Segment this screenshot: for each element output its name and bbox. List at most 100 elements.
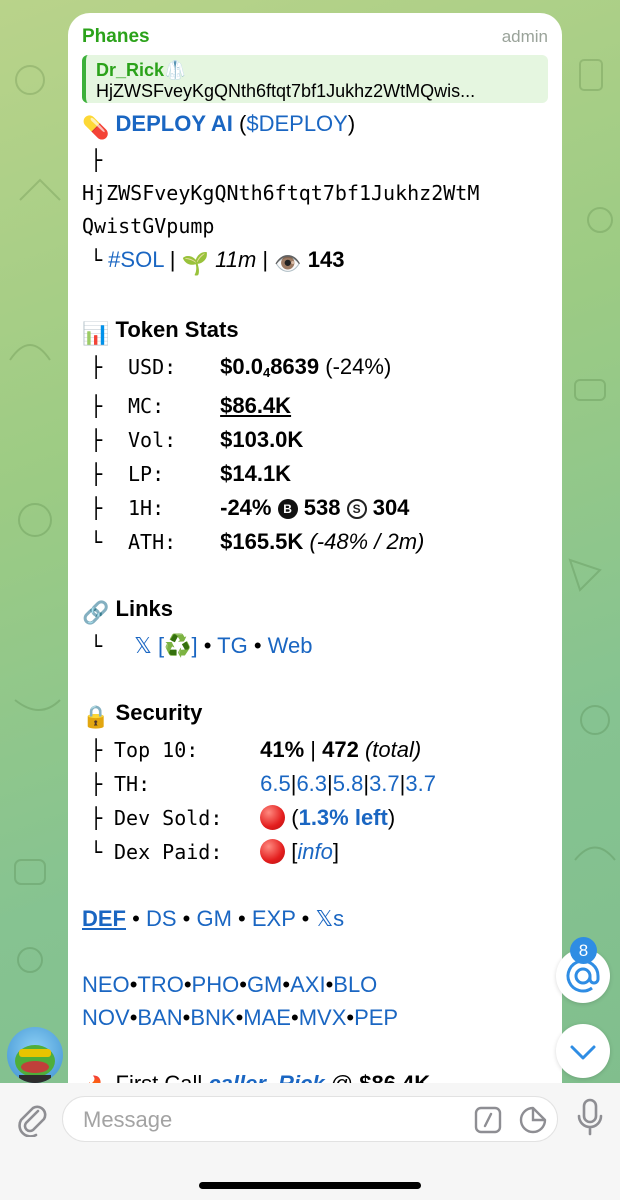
chain-hashtag[interactable]: #SOL bbox=[108, 247, 163, 272]
hour-change: -24% bbox=[220, 495, 272, 520]
volume-value: $103.0K bbox=[220, 427, 304, 452]
bot-link[interactable]: MVX bbox=[299, 1005, 347, 1030]
th-link[interactable]: 3.7 bbox=[369, 771, 400, 796]
bot-link[interactable]: AXI bbox=[290, 972, 325, 997]
sticker-icon[interactable] bbox=[517, 1104, 549, 1136]
admin-badge: admin bbox=[501, 27, 548, 46]
message-input-field[interactable] bbox=[62, 1096, 558, 1142]
contract-address-line2[interactable]: QwistGVpump bbox=[82, 210, 548, 243]
security-heading: Security bbox=[115, 700, 203, 725]
exp-link[interactable]: EXP bbox=[252, 906, 296, 931]
bot-link[interactable]: BNK bbox=[190, 1005, 235, 1030]
tree-end: └ bbox=[90, 530, 103, 554]
sender-name[interactable]: Phanes bbox=[82, 26, 150, 48]
top10-percent: 41% bbox=[260, 737, 305, 762]
xs-link[interactable]: 𝕏s bbox=[315, 906, 344, 931]
stat-label-lp: LP: bbox=[128, 462, 165, 486]
tree-branch: ├ bbox=[90, 496, 103, 520]
paren: ) bbox=[347, 111, 356, 136]
th-link[interactable]: 6.5 bbox=[260, 771, 291, 796]
recycle-link[interactable]: [♻️] bbox=[158, 633, 198, 658]
seedling-icon: 🌱 bbox=[181, 251, 209, 276]
links-heading: Links bbox=[115, 596, 173, 621]
ticker-link[interactable]: $DEPLOY bbox=[246, 111, 348, 136]
reply-text: HjZWSFveyKgQNth6ftqt7bf1Jukhz2WtMQwis... bbox=[96, 81, 476, 101]
holder-count: 472 bbox=[322, 737, 359, 762]
separator: | bbox=[310, 737, 317, 762]
top10-label: Top 10: bbox=[114, 738, 199, 762]
dot-separator: • bbox=[282, 972, 291, 997]
scroll-down-button[interactable] bbox=[556, 1024, 610, 1078]
buy-count: 538 bbox=[303, 495, 341, 520]
reply-quote[interactable]: Dr_Rick🥼 HjZWSFveyKgQNth6ftqt7bf1Jukhz2W… bbox=[82, 55, 548, 103]
stat-label-vol: Vol: bbox=[128, 428, 177, 452]
tree-branch: ├ bbox=[90, 772, 103, 796]
th-link[interactable]: 6.3 bbox=[296, 771, 327, 796]
ds-link[interactable]: DS bbox=[146, 906, 177, 931]
dex-info-link[interactable]: info bbox=[297, 839, 332, 864]
tree-branch: ├ bbox=[90, 355, 103, 379]
bracket: ] bbox=[332, 839, 339, 864]
th-link[interactable]: 3.7 bbox=[405, 771, 436, 796]
sender-avatar[interactable] bbox=[7, 1027, 63, 1083]
buy-icon: B bbox=[277, 499, 298, 519]
frog-avatar-image bbox=[15, 1045, 55, 1083]
contract-address-line1[interactable]: HjZWSFveyKgQNth6ftqt7bf1Jukhz2WtM bbox=[82, 177, 548, 210]
bot-links-row: NEO•TRO•PHO•GM•AXI•BLO bbox=[82, 968, 548, 1001]
dot-separator: • bbox=[203, 633, 212, 658]
red-circle-icon bbox=[260, 805, 286, 830]
command-icon[interactable] bbox=[473, 1105, 503, 1135]
separator: | bbox=[262, 247, 269, 272]
usd-change: (-24%) bbox=[325, 354, 392, 379]
dot-separator: • bbox=[132, 906, 140, 931]
microphone-icon[interactable] bbox=[576, 1097, 604, 1137]
market-cap-value[interactable]: $86.4K bbox=[220, 393, 291, 418]
dot-separator: • bbox=[253, 633, 262, 658]
usd-price: $0.048639 bbox=[220, 354, 319, 380]
dot-separator: • bbox=[238, 906, 246, 931]
tree-end: └ bbox=[90, 634, 103, 658]
th-link[interactable]: 5.8 bbox=[333, 771, 364, 796]
th-label: TH: bbox=[114, 772, 151, 796]
web-link[interactable]: Web bbox=[268, 633, 313, 658]
ath-note: (-48% / 2m) bbox=[309, 529, 425, 554]
separator: | bbox=[169, 247, 176, 272]
def-link[interactable]: DEF bbox=[82, 906, 126, 931]
dot-separator: • bbox=[301, 906, 310, 931]
dot-separator: • bbox=[182, 906, 191, 931]
view-count: 143 bbox=[307, 247, 345, 272]
bot-link[interactable]: MAE bbox=[243, 1005, 291, 1030]
pill-icon: 💊 bbox=[82, 115, 110, 140]
bot-link[interactable]: PHO bbox=[192, 972, 240, 997]
token-name-link[interactable]: DEPLOY AI bbox=[116, 111, 233, 136]
token-age: 11m bbox=[215, 247, 257, 272]
eye-icon: 👁️ bbox=[274, 251, 302, 276]
bot-link[interactable]: NOV bbox=[82, 1005, 130, 1030]
link-icon: 🔗 bbox=[82, 600, 110, 625]
x-link[interactable]: 𝕏 bbox=[134, 633, 152, 658]
bot-link[interactable]: PEP bbox=[354, 1005, 398, 1030]
dev-left-link[interactable]: 1.3% left bbox=[299, 805, 388, 830]
tree-branch: ├ bbox=[90, 462, 103, 486]
stat-label-mc: MC: bbox=[128, 394, 165, 418]
tree-branch: ├ bbox=[90, 738, 103, 762]
bot-link[interactable]: NEO bbox=[82, 972, 130, 997]
bot-link[interactable]: TRO bbox=[137, 972, 183, 997]
dev-sold-label: Dev Sold: bbox=[114, 806, 223, 830]
gm-link[interactable]: GM bbox=[196, 906, 231, 931]
chart-icon: 📊 bbox=[82, 321, 110, 346]
sell-icon: S bbox=[346, 499, 367, 519]
bot-link[interactable]: BAN bbox=[137, 1005, 182, 1030]
bot-link[interactable]: GM bbox=[247, 972, 282, 997]
message-input[interactable] bbox=[81, 1106, 465, 1134]
bot-links-row: NOV•BAN•BNK•MAE•MVX•PEP bbox=[82, 1001, 548, 1034]
tg-link[interactable]: TG bbox=[217, 633, 248, 658]
dex-paid-label: Dex Paid: bbox=[114, 840, 223, 864]
usd-price-prefix: $0.0 bbox=[220, 354, 263, 379]
tree-branch: ├ bbox=[90, 428, 103, 452]
dev-left-text: 1.3% left bbox=[298, 805, 388, 830]
paperclip-icon[interactable] bbox=[14, 1099, 48, 1137]
labcoat-icon: 🥼 bbox=[164, 60, 187, 80]
dot-separator: • bbox=[290, 1005, 299, 1030]
bot-link[interactable]: BLO bbox=[333, 972, 377, 997]
